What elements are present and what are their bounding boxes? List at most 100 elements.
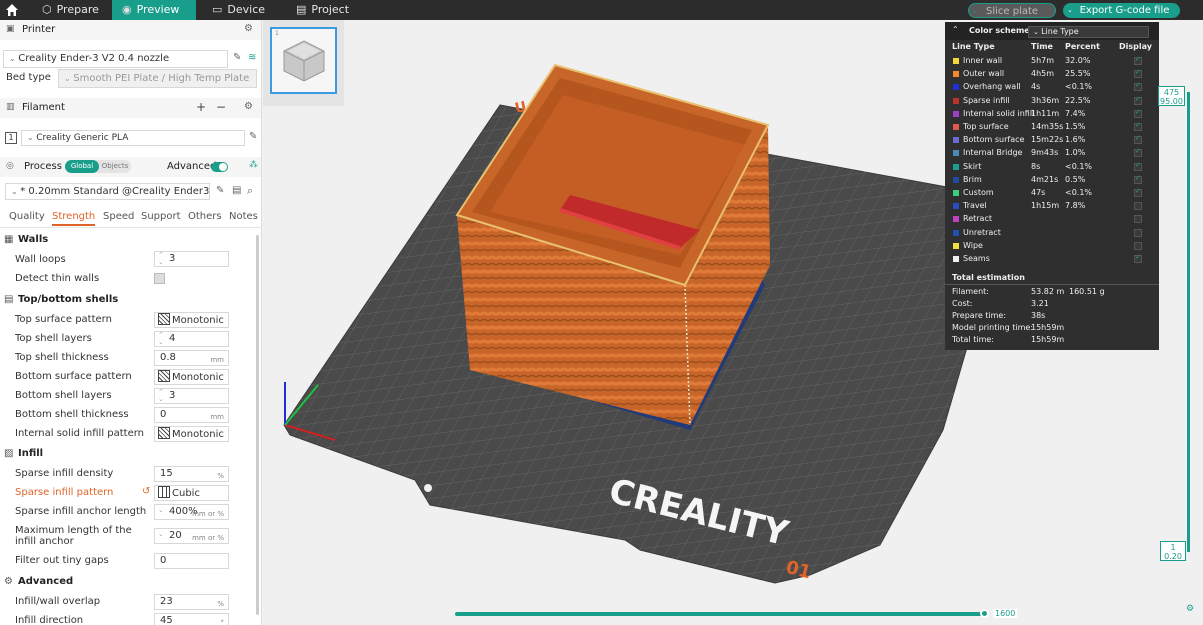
tab-notes[interactable]: Notes [229, 211, 258, 222]
settings-panel: ▣ Printer ⚙ ⌄ Creality Ender-3 V2 0.4 no… [0, 20, 262, 625]
tab-project[interactable]: ▤ Project [286, 0, 366, 20]
line-type-time: 8s [1031, 161, 1041, 171]
chevron-down-icon: ⌄ [972, 7, 978, 15]
layer-slider-top-handle[interactable]: 475 95.00 [1158, 86, 1185, 106]
tab-prepare[interactable]: ⬡ Prepare [32, 0, 112, 20]
walls-group-title: ▦ Walls [4, 234, 49, 245]
home-icon[interactable] [4, 2, 20, 18]
display-checkbox[interactable] [1134, 147, 1142, 158]
process-preset-select[interactable]: ⌄ * 0.20mm Standard @Creality Ender3V2 [5, 183, 210, 200]
legend-row: Overhang wall 4s <0.1% [945, 81, 1159, 94]
preview-icon: ◉ [122, 3, 132, 16]
sparse-infill-pattern-select[interactable]: Cubic [154, 485, 229, 501]
spinner-icon: ⌃ ⌄ [158, 251, 164, 266]
display-checkbox[interactable] [1134, 241, 1142, 250]
line-type-name: Wipe [963, 240, 983, 250]
wall-loops-input[interactable]: ⌃ ⌄ 3 [154, 251, 229, 267]
color-scheme-select[interactable]: ⌄ Line Type [1028, 26, 1149, 38]
advanced-group-title: ⚙ Advanced [4, 576, 74, 587]
display-checkbox[interactable] [1134, 174, 1142, 184]
tab-preview[interactable]: ◉ Preview [112, 0, 196, 20]
max-infill-anchor-input[interactable]: ⌄ 20 mm or % [154, 528, 229, 544]
advanced-toggle[interactable] [211, 162, 228, 172]
top-shell-layers-input[interactable]: ⌃ ⌄ 4 [154, 331, 229, 347]
reset-icon[interactable]: ↺ [142, 486, 150, 497]
display-checkbox[interactable] [1134, 121, 1142, 131]
global-objects-toggle[interactable]: Global Objects [65, 160, 131, 173]
edit-icon[interactable]: ✎ [233, 52, 241, 63]
bottom-shell-layers-label: Bottom shell layers [15, 390, 112, 401]
color-swatch [953, 163, 959, 170]
display-checkbox[interactable] [1134, 161, 1142, 171]
display-checkbox[interactable] [1134, 253, 1142, 263]
legend-row: Custom 47s <0.1% [945, 187, 1159, 200]
display-checkbox[interactable] [1134, 68, 1142, 79]
objects-option[interactable]: Objects [99, 160, 131, 173]
filament-section-header: ▥ Filament + − ⚙ [0, 98, 261, 118]
line-type-percent: <0.1% [1065, 82, 1093, 92]
filament-icon: ▥ [6, 102, 15, 112]
tab-device[interactable]: ▭ Device [202, 0, 282, 20]
gear-icon[interactable]: ⚙ [244, 23, 253, 34]
line-type-name: Internal solid infill [963, 108, 1035, 118]
filament-slot-badge: 1 [5, 132, 17, 144]
edit-icon[interactable]: ✎ [216, 185, 224, 196]
bottom-shell-thickness-input[interactable]: 0 mm [154, 407, 229, 423]
display-checkbox[interactable] [1134, 108, 1142, 118]
display-checkbox[interactable] [1134, 228, 1142, 237]
display-checkbox[interactable] [1134, 81, 1142, 92]
tab-strength[interactable]: Strength [52, 211, 96, 226]
global-option[interactable]: Global [65, 160, 99, 173]
filament-select[interactable]: ⌄ Creality Generic PLA [21, 130, 245, 146]
printer-select[interactable]: ⌄ Creality Ender-3 V2 0.4 nozzle [3, 50, 228, 68]
filter-tiny-gaps-input[interactable]: 0 [154, 553, 229, 569]
bed-type-label: Bed type [6, 72, 51, 83]
plate-thumbnail[interactable]: 1 [270, 27, 337, 94]
display-checkbox[interactable] [1134, 215, 1142, 224]
export-gcode-button[interactable]: ⌄ Export G-code file [1063, 3, 1180, 18]
line-type-time: 1h11m [1031, 108, 1060, 118]
tab-speed[interactable]: Speed [103, 211, 134, 222]
bed-type-select[interactable]: ⌄ Smooth PEI Plate / High Temp Plate [58, 69, 257, 88]
layer-slider-bottom-handle[interactable]: 1 0.20 [1160, 541, 1186, 561]
wifi-icon[interactable]: ≋ [248, 52, 256, 63]
display-checkbox[interactable] [1134, 202, 1142, 211]
detect-thin-walls-checkbox[interactable] [154, 273, 165, 284]
move-slider-track[interactable] [455, 612, 985, 616]
remove-icon[interactable]: − [216, 100, 226, 114]
display-checkbox[interactable] [1134, 95, 1142, 105]
cube-icon: ⬡ [42, 3, 52, 16]
edit-icon[interactable]: ✎ [249, 131, 257, 142]
slice-plate-button[interactable]: ⌄ Slice plate [968, 3, 1056, 18]
search-icon[interactable]: ⌕ [247, 184, 253, 198]
bottom-surface-pattern-select[interactable]: Monotonic [154, 369, 229, 385]
infill-direction-label: Infill direction [15, 615, 84, 625]
settings-icon[interactable]: ⚙ [1186, 604, 1194, 614]
infill-wall-overlap-input[interactable]: 23% [154, 594, 229, 610]
legend-row: Brim 4m21s 0.5% [945, 174, 1159, 187]
layer-slider-track[interactable] [1187, 92, 1190, 552]
tab-quality[interactable]: Quality [9, 211, 45, 222]
sparse-infill-anchor-input[interactable]: ⌄ 400% mm or % [154, 504, 229, 520]
line-type-time: 4s [1031, 82, 1041, 92]
infill-direction-input[interactable]: 45 ° [154, 613, 229, 625]
line-type-percent: 1.6% [1065, 135, 1086, 145]
internal-solid-infill-pattern-select[interactable]: Monotonic [154, 426, 229, 442]
collapse-icon[interactable]: ⌃ [952, 25, 959, 34]
move-slider-handle[interactable] [980, 609, 989, 618]
display-checkbox[interactable] [1134, 187, 1142, 197]
display-checkbox[interactable] [1134, 55, 1142, 65]
save-icon[interactable]: ▤ [232, 185, 241, 196]
add-icon[interactable]: + [196, 100, 206, 114]
tab-support[interactable]: Support [141, 211, 181, 222]
gear-icon[interactable]: ⚙ [244, 101, 253, 112]
compare-icon[interactable]: ⁂ [249, 160, 258, 170]
bottom-shell-layers-input[interactable]: ⌃ ⌄ 3 [154, 388, 229, 404]
sparse-infill-density-input[interactable]: 15% [154, 466, 229, 482]
scrollbar[interactable] [256, 235, 259, 615]
line-type-percent: <0.1% [1065, 188, 1093, 197]
top-shell-thickness-input[interactable]: 0.8 mm [154, 350, 229, 366]
top-surface-pattern-select[interactable]: Monotonic [154, 312, 229, 328]
tab-others[interactable]: Others [188, 211, 222, 222]
display-checkbox[interactable] [1134, 134, 1142, 145]
